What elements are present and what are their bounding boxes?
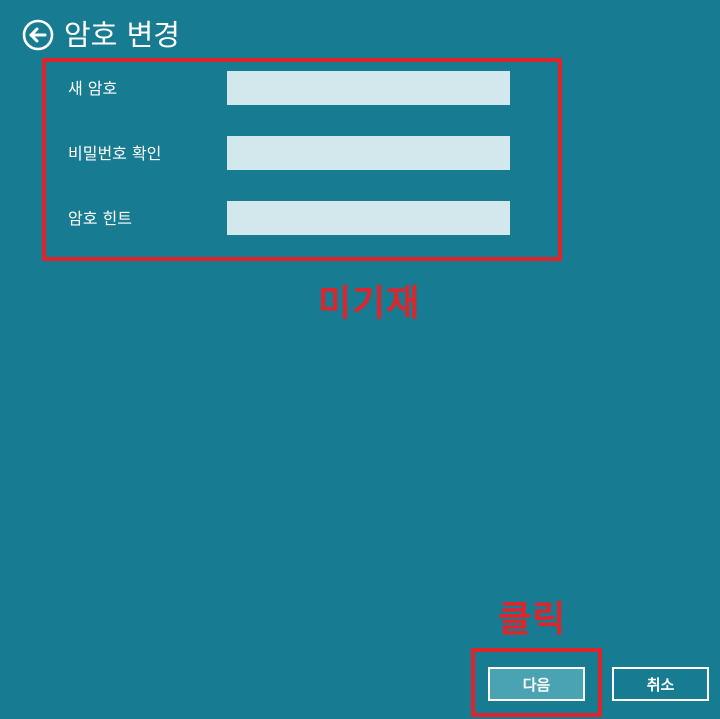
fields-annotation-text: 미기재 [318, 283, 421, 324]
password-hint-input[interactable] [227, 201, 510, 235]
confirm-password-input[interactable] [227, 136, 510, 170]
password-hint-label: 암호 힌트 [68, 209, 132, 228]
next-button[interactable]: 다음 [488, 667, 585, 701]
new-password-label: 새 암호 [68, 79, 118, 98]
cancel-button[interactable]: 취소 [612, 667, 709, 701]
click-annotation-text: 클릭 [498, 599, 567, 640]
confirm-password-label: 비밀번호 확인 [68, 144, 162, 163]
arrow-left-circle-icon[interactable] [22, 19, 54, 51]
header: 암호 변경 [22, 14, 180, 56]
new-password-input[interactable] [227, 71, 510, 105]
page-title: 암호 변경 [64, 18, 180, 52]
